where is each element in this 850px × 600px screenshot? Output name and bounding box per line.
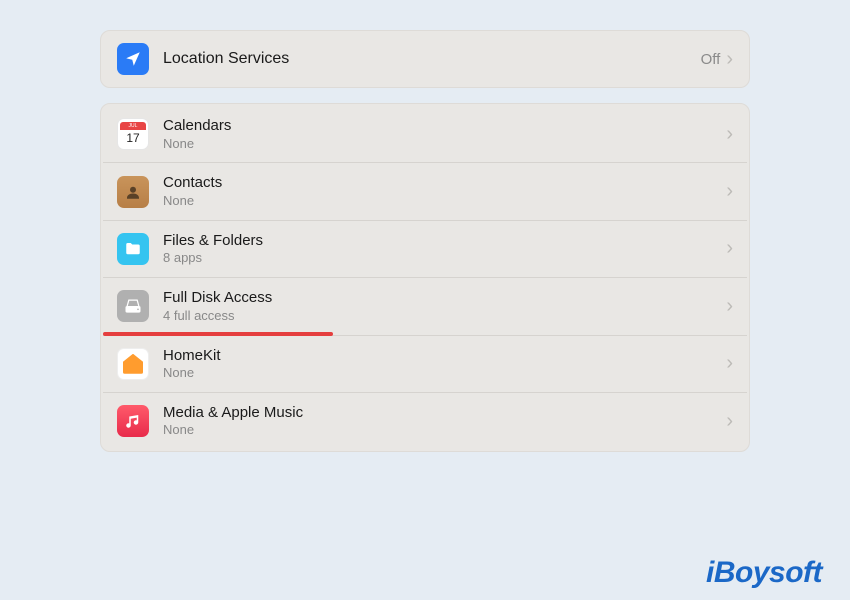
calendars-sub: None bbox=[163, 136, 726, 153]
chevron-right-icon: › bbox=[726, 237, 733, 260]
homekit-sub: None bbox=[163, 365, 726, 382]
homekit-row[interactable]: HomeKit None › bbox=[103, 336, 747, 393]
full-disk-access-sub: 4 full access bbox=[163, 308, 726, 325]
full-disk-access-label: Full Disk Access bbox=[163, 288, 726, 308]
music-note-icon bbox=[117, 405, 149, 437]
calendar-icon-day: 17 bbox=[120, 130, 146, 146]
media-apple-music-sub: None bbox=[163, 422, 726, 439]
calendars-row[interactable]: JUL 17 Calendars None › bbox=[103, 106, 747, 163]
chevron-right-icon: › bbox=[726, 123, 733, 146]
contacts-label: Contacts bbox=[163, 173, 726, 193]
contacts-sub: None bbox=[163, 193, 726, 210]
calendars-text: Calendars None bbox=[163, 116, 726, 152]
location-arrow-icon bbox=[117, 43, 149, 75]
files-folders-label: Files & Folders bbox=[163, 231, 726, 251]
files-folders-text: Files & Folders 8 apps bbox=[163, 231, 726, 267]
watermark-logo: iBoysoft bbox=[706, 556, 822, 590]
media-apple-music-label: Media & Apple Music bbox=[163, 403, 726, 423]
location-services-value: Off bbox=[701, 51, 721, 68]
contacts-row[interactable]: Contacts None › bbox=[103, 163, 747, 220]
full-disk-access-row[interactable]: Full Disk Access 4 full access › bbox=[103, 278, 747, 335]
files-folders-row[interactable]: Files & Folders 8 apps › bbox=[103, 221, 747, 278]
chevron-right-icon: › bbox=[726, 180, 733, 203]
chevron-right-icon: › bbox=[726, 410, 733, 433]
calendar-icon: JUL 17 bbox=[117, 118, 149, 150]
location-services-section: Location Services Off › bbox=[100, 30, 750, 88]
homekit-icon bbox=[117, 348, 149, 380]
media-apple-music-row[interactable]: Media & Apple Music None › bbox=[103, 393, 747, 449]
files-folders-sub: 8 apps bbox=[163, 250, 726, 267]
calendars-label: Calendars bbox=[163, 116, 726, 136]
chevron-right-icon: › bbox=[726, 48, 733, 71]
location-services-row[interactable]: Location Services Off › bbox=[103, 33, 747, 85]
location-services-label: Location Services bbox=[163, 49, 701, 70]
privacy-list-section: JUL 17 Calendars None › Contacts None › … bbox=[100, 103, 750, 452]
contacts-icon bbox=[117, 176, 149, 208]
disk-icon bbox=[117, 290, 149, 322]
full-disk-access-text: Full Disk Access 4 full access bbox=[163, 288, 726, 324]
calendar-icon-month: JUL bbox=[120, 122, 146, 130]
homekit-label: HomeKit bbox=[163, 346, 726, 366]
homekit-text: HomeKit None bbox=[163, 346, 726, 382]
media-apple-music-text: Media & Apple Music None bbox=[163, 403, 726, 439]
chevron-right-icon: › bbox=[726, 352, 733, 375]
contacts-text: Contacts None bbox=[163, 173, 726, 209]
chevron-right-icon: › bbox=[726, 295, 733, 318]
location-services-label-block: Location Services bbox=[163, 49, 701, 70]
folder-icon bbox=[117, 233, 149, 265]
